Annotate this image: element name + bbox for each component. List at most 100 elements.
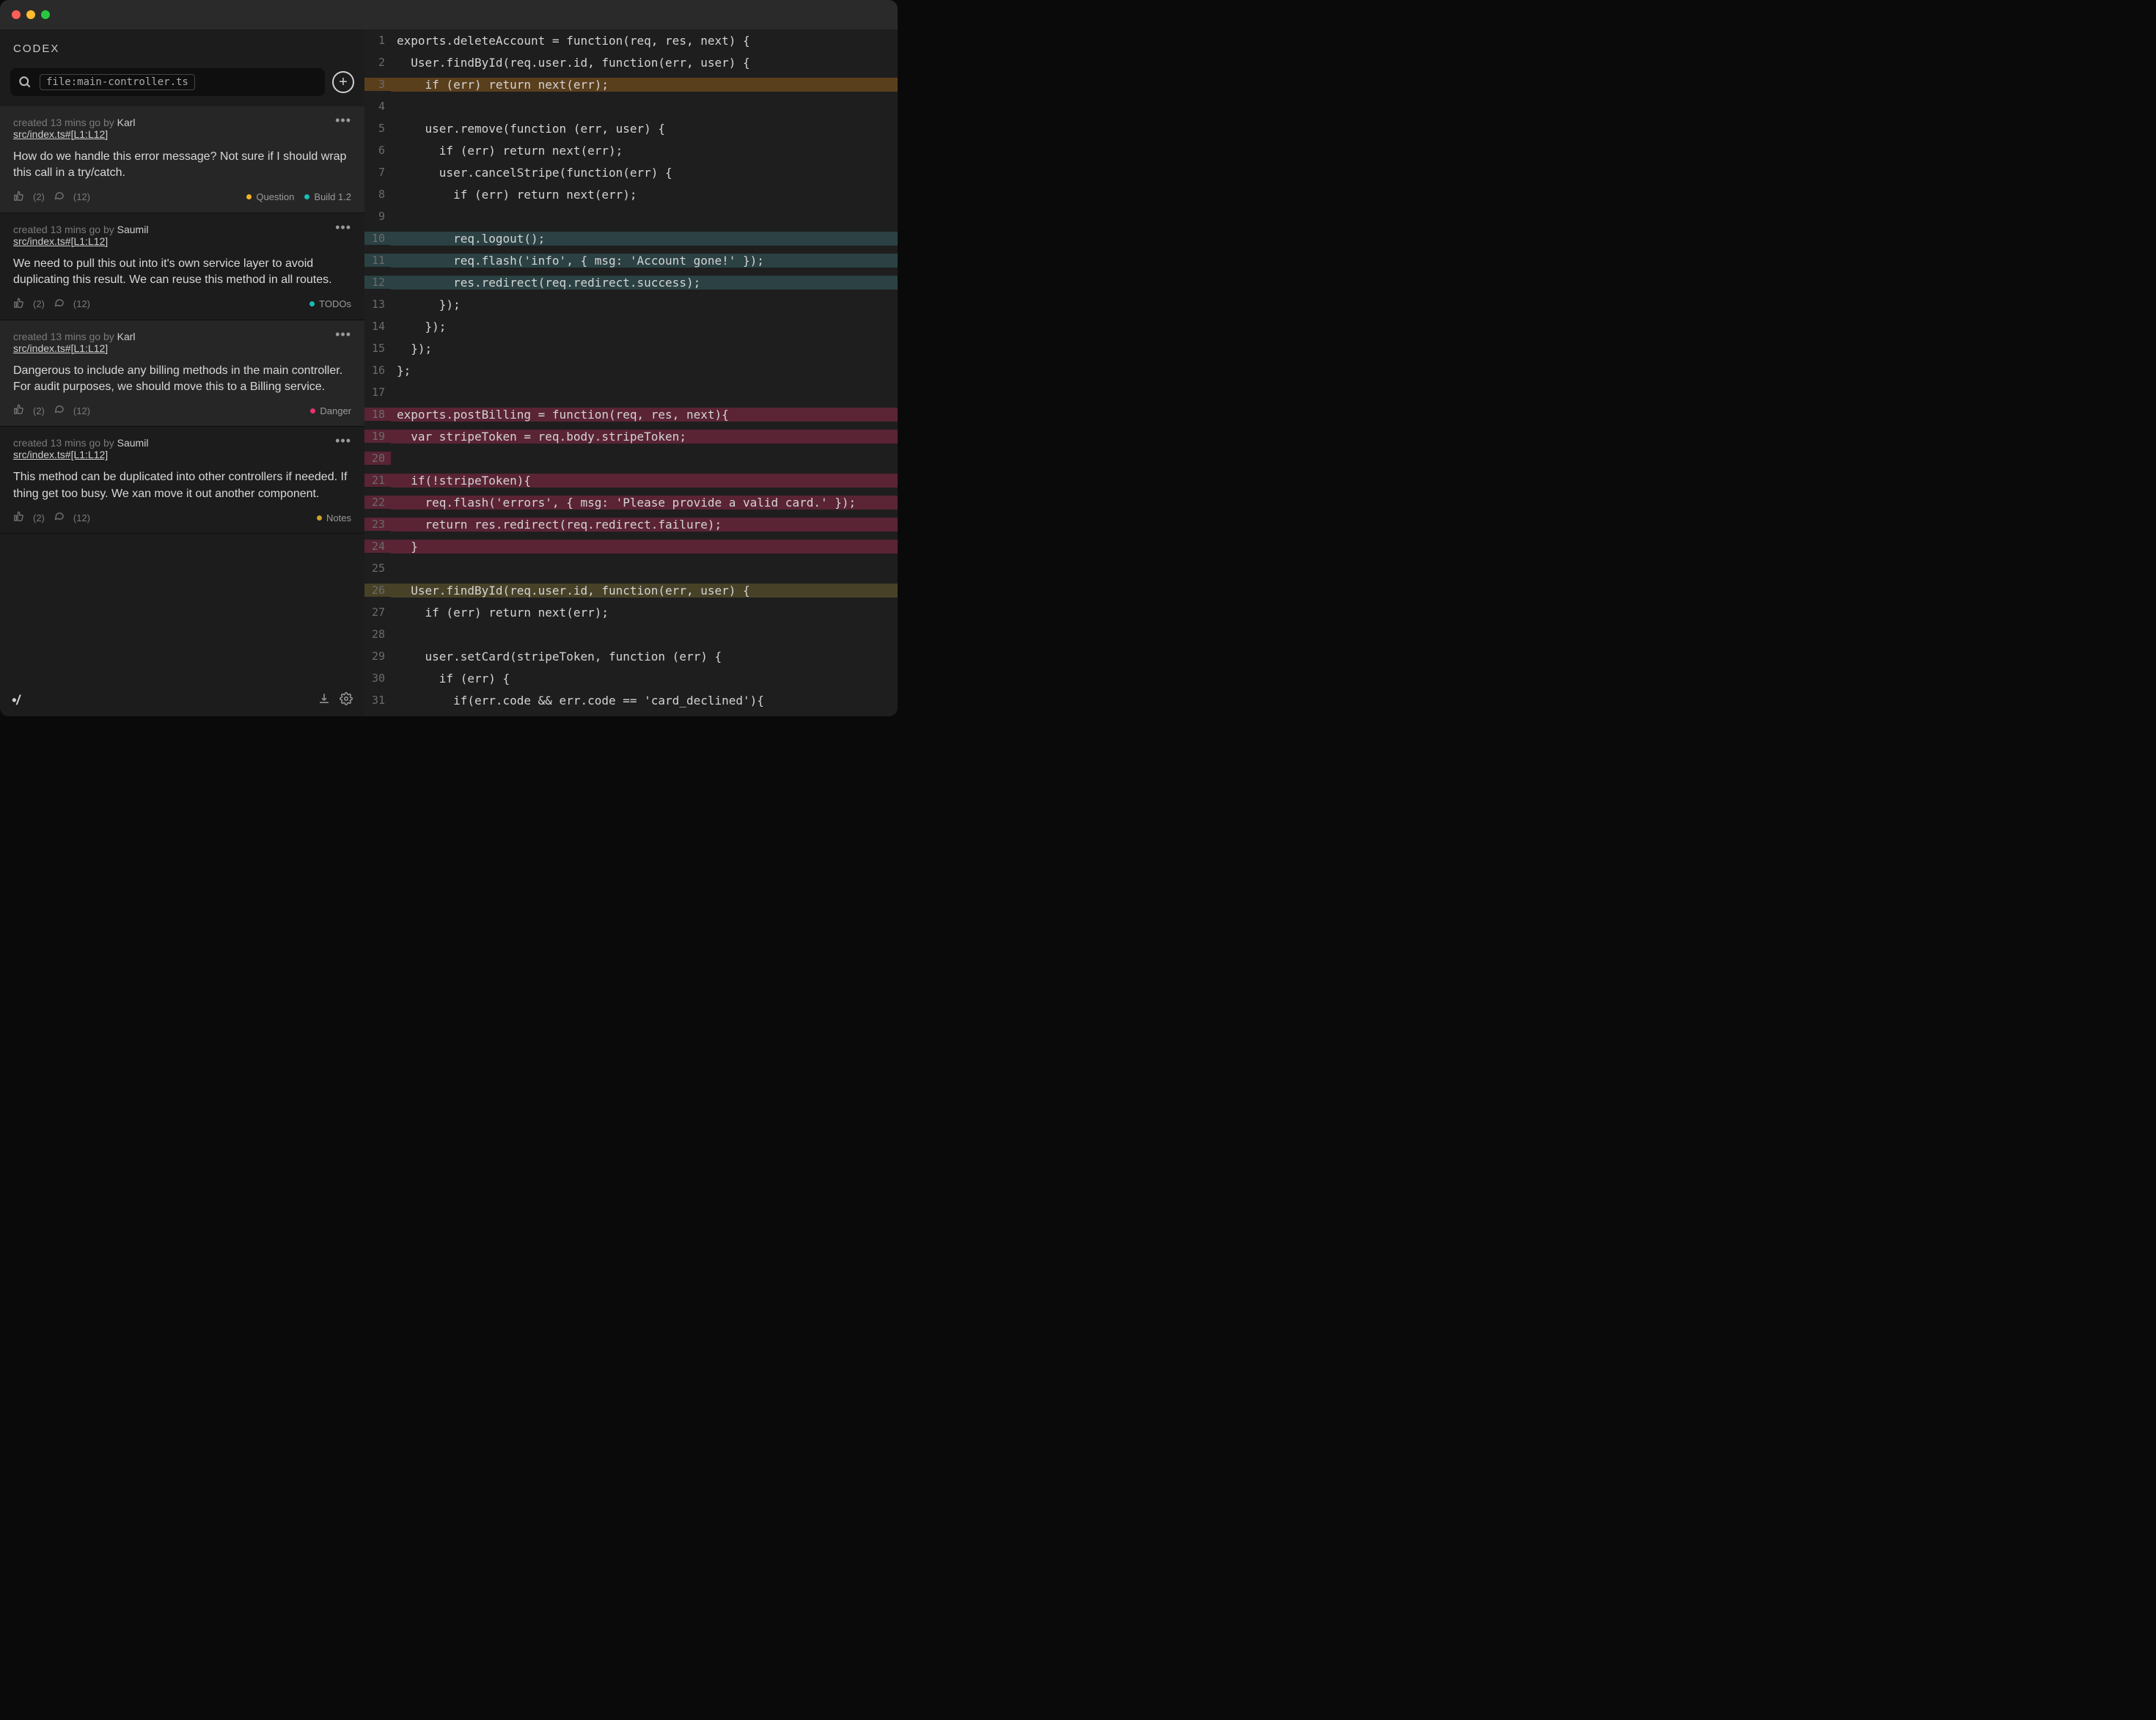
more-icon[interactable]: ••• xyxy=(335,224,351,231)
line-number: 7 xyxy=(364,166,391,179)
line-content: }); xyxy=(391,320,898,334)
line-number: 5 xyxy=(364,122,391,135)
code-line[interactable]: 28 xyxy=(364,623,898,645)
code-line[interactable]: 8 if (err) return next(err); xyxy=(364,183,898,205)
settings-icon[interactable] xyxy=(340,692,353,709)
code-line[interactable]: 27 if (err) return next(err); xyxy=(364,601,898,623)
line-content: req.flash('info', { msg: 'Account gone!'… xyxy=(391,254,898,268)
reply-icon[interactable] xyxy=(54,191,65,204)
line-number: 3 xyxy=(364,78,391,91)
tag-label: Notes xyxy=(326,512,351,523)
reply-icon[interactable] xyxy=(54,298,65,311)
more-icon[interactable]: ••• xyxy=(335,117,351,124)
code-line[interactable]: 5 user.remove(function (err, user) { xyxy=(364,117,898,139)
line-number: 25 xyxy=(364,562,391,575)
file-ref-link[interactable]: src/index.ts#[L1:L12] xyxy=(13,235,108,247)
like-icon[interactable] xyxy=(13,511,24,524)
like-count: (2) xyxy=(33,298,45,309)
app-brand: CODEX xyxy=(13,43,351,55)
code-line[interactable]: 24 } xyxy=(364,535,898,557)
search-filter-chip[interactable]: file:main-controller.ts xyxy=(40,74,195,90)
code-line[interactable]: 12 res.redirect(req.redirect.success); xyxy=(364,271,898,293)
file-ref-link[interactable]: src/index.ts#[L1:L12] xyxy=(13,449,108,460)
code-line[interactable]: 20 xyxy=(364,447,898,469)
tag[interactable]: TODOs xyxy=(309,298,351,309)
comment-body: This method can be duplicated into other… xyxy=(13,469,351,502)
close-icon[interactable] xyxy=(12,10,21,19)
code-line[interactable]: 11 req.flash('info', { msg: 'Account gon… xyxy=(364,249,898,271)
add-button[interactable]: + xyxy=(332,71,354,93)
code-line[interactable]: 6 if (err) return next(err); xyxy=(364,139,898,161)
titlebar[interactable] xyxy=(0,0,898,29)
more-icon[interactable]: ••• xyxy=(335,331,351,338)
code-editor[interactable]: 1exports.deleteAccount = function(req, r… xyxy=(364,29,898,716)
line-number: 12 xyxy=(364,276,391,289)
line-number: 8 xyxy=(364,188,391,201)
code-line[interactable]: 3 if (err) return next(err); xyxy=(364,73,898,95)
code-line[interactable]: 14 }); xyxy=(364,315,898,337)
reply-icon[interactable] xyxy=(54,511,65,524)
code-line[interactable]: 16}; xyxy=(364,359,898,381)
file-ref-link[interactable]: src/index.ts#[L1:L12] xyxy=(13,128,108,140)
line-number: 16 xyxy=(364,364,391,377)
line-content: exports.deleteAccount = function(req, re… xyxy=(391,34,898,48)
line-number: 20 xyxy=(364,452,391,465)
comment-list[interactable]: created 13 mins go by Karl src/index.ts#… xyxy=(0,106,364,684)
line-number: 26 xyxy=(364,584,391,597)
comment-item[interactable]: created 13 mins go by Saumil src/index.t… xyxy=(0,427,364,534)
line-content: if (err) return next(err); xyxy=(391,78,898,92)
code-line[interactable]: 7 user.cancelStripe(function(err) { xyxy=(364,161,898,183)
code-line[interactable]: 29 user.setCard(stripeToken, function (e… xyxy=(364,645,898,667)
line-number: 17 xyxy=(364,386,391,399)
sidebar: CODEX file:main-controller.ts + created … xyxy=(0,29,364,716)
download-icon[interactable] xyxy=(318,692,331,709)
window-controls xyxy=(12,10,50,19)
code-line[interactable]: 19 var stripeToken = req.body.stripeToke… xyxy=(364,425,898,447)
line-number: 19 xyxy=(364,430,391,443)
maximize-icon[interactable] xyxy=(41,10,50,19)
code-line[interactable]: 13 }); xyxy=(364,293,898,315)
line-content: if(!stripeToken){ xyxy=(391,474,898,488)
like-icon[interactable] xyxy=(13,404,24,417)
search-input[interactable]: file:main-controller.ts xyxy=(10,68,325,96)
line-content: return res.redirect(req.redirect.failure… xyxy=(391,518,898,532)
file-ref-link[interactable]: src/index.ts#[L1:L12] xyxy=(13,342,108,354)
tag[interactable]: Notes xyxy=(317,512,351,523)
code-line[interactable]: 15 }); xyxy=(364,337,898,359)
tag[interactable]: Question xyxy=(246,191,294,202)
more-icon[interactable]: ••• xyxy=(335,437,351,444)
minimize-icon[interactable] xyxy=(26,10,35,19)
code-line[interactable]: 1exports.deleteAccount = function(req, r… xyxy=(364,29,898,51)
code-line[interactable]: 26 User.findById(req.user.id, function(e… xyxy=(364,579,898,601)
comment-item[interactable]: created 13 mins go by Karl src/index.ts#… xyxy=(0,106,364,213)
tag-label: Build 1.2 xyxy=(314,191,351,202)
code-line[interactable]: 2 User.findById(req.user.id, function(er… xyxy=(364,51,898,73)
code-line[interactable]: 22 req.flash('errors', { msg: 'Please pr… xyxy=(364,491,898,513)
reply-icon[interactable] xyxy=(54,404,65,417)
comment-body: How do we handle this error message? Not… xyxy=(13,149,351,182)
code-line[interactable]: 25 xyxy=(364,557,898,579)
footer-logo: •/ xyxy=(12,693,20,708)
tag[interactable]: Build 1.2 xyxy=(304,191,351,202)
code-line[interactable]: 18exports.postBilling = function(req, re… xyxy=(364,403,898,425)
code-line[interactable]: 9 xyxy=(364,205,898,227)
tag[interactable]: Danger xyxy=(310,405,351,416)
comment-meta: created 13 mins go by Karl xyxy=(13,117,136,128)
code-line[interactable]: 10 req.logout(); xyxy=(364,227,898,249)
comment-item[interactable]: created 13 mins go by Karl src/index.ts#… xyxy=(0,320,364,427)
line-content: if (err) { xyxy=(391,672,898,686)
code-line[interactable]: 21 if(!stripeToken){ xyxy=(364,469,898,491)
comment-item[interactable]: created 13 mins go by Saumil src/index.t… xyxy=(0,213,364,320)
tag-label: TODOs xyxy=(319,298,351,309)
reply-count: (12) xyxy=(73,512,90,523)
reply-count: (12) xyxy=(73,191,90,202)
code-line[interactable]: 31 if(err.code && err.code == 'card_decl… xyxy=(364,689,898,711)
code-line[interactable]: 30 if (err) { xyxy=(364,667,898,689)
code-line[interactable]: 4 xyxy=(364,95,898,117)
like-icon[interactable] xyxy=(13,298,24,311)
line-content: user.setCard(stripeToken, function (err)… xyxy=(391,650,898,664)
tag-label: Danger xyxy=(320,405,351,416)
code-line[interactable]: 23 return res.redirect(req.redirect.fail… xyxy=(364,513,898,535)
code-line[interactable]: 17 xyxy=(364,381,898,403)
like-icon[interactable] xyxy=(13,191,24,204)
